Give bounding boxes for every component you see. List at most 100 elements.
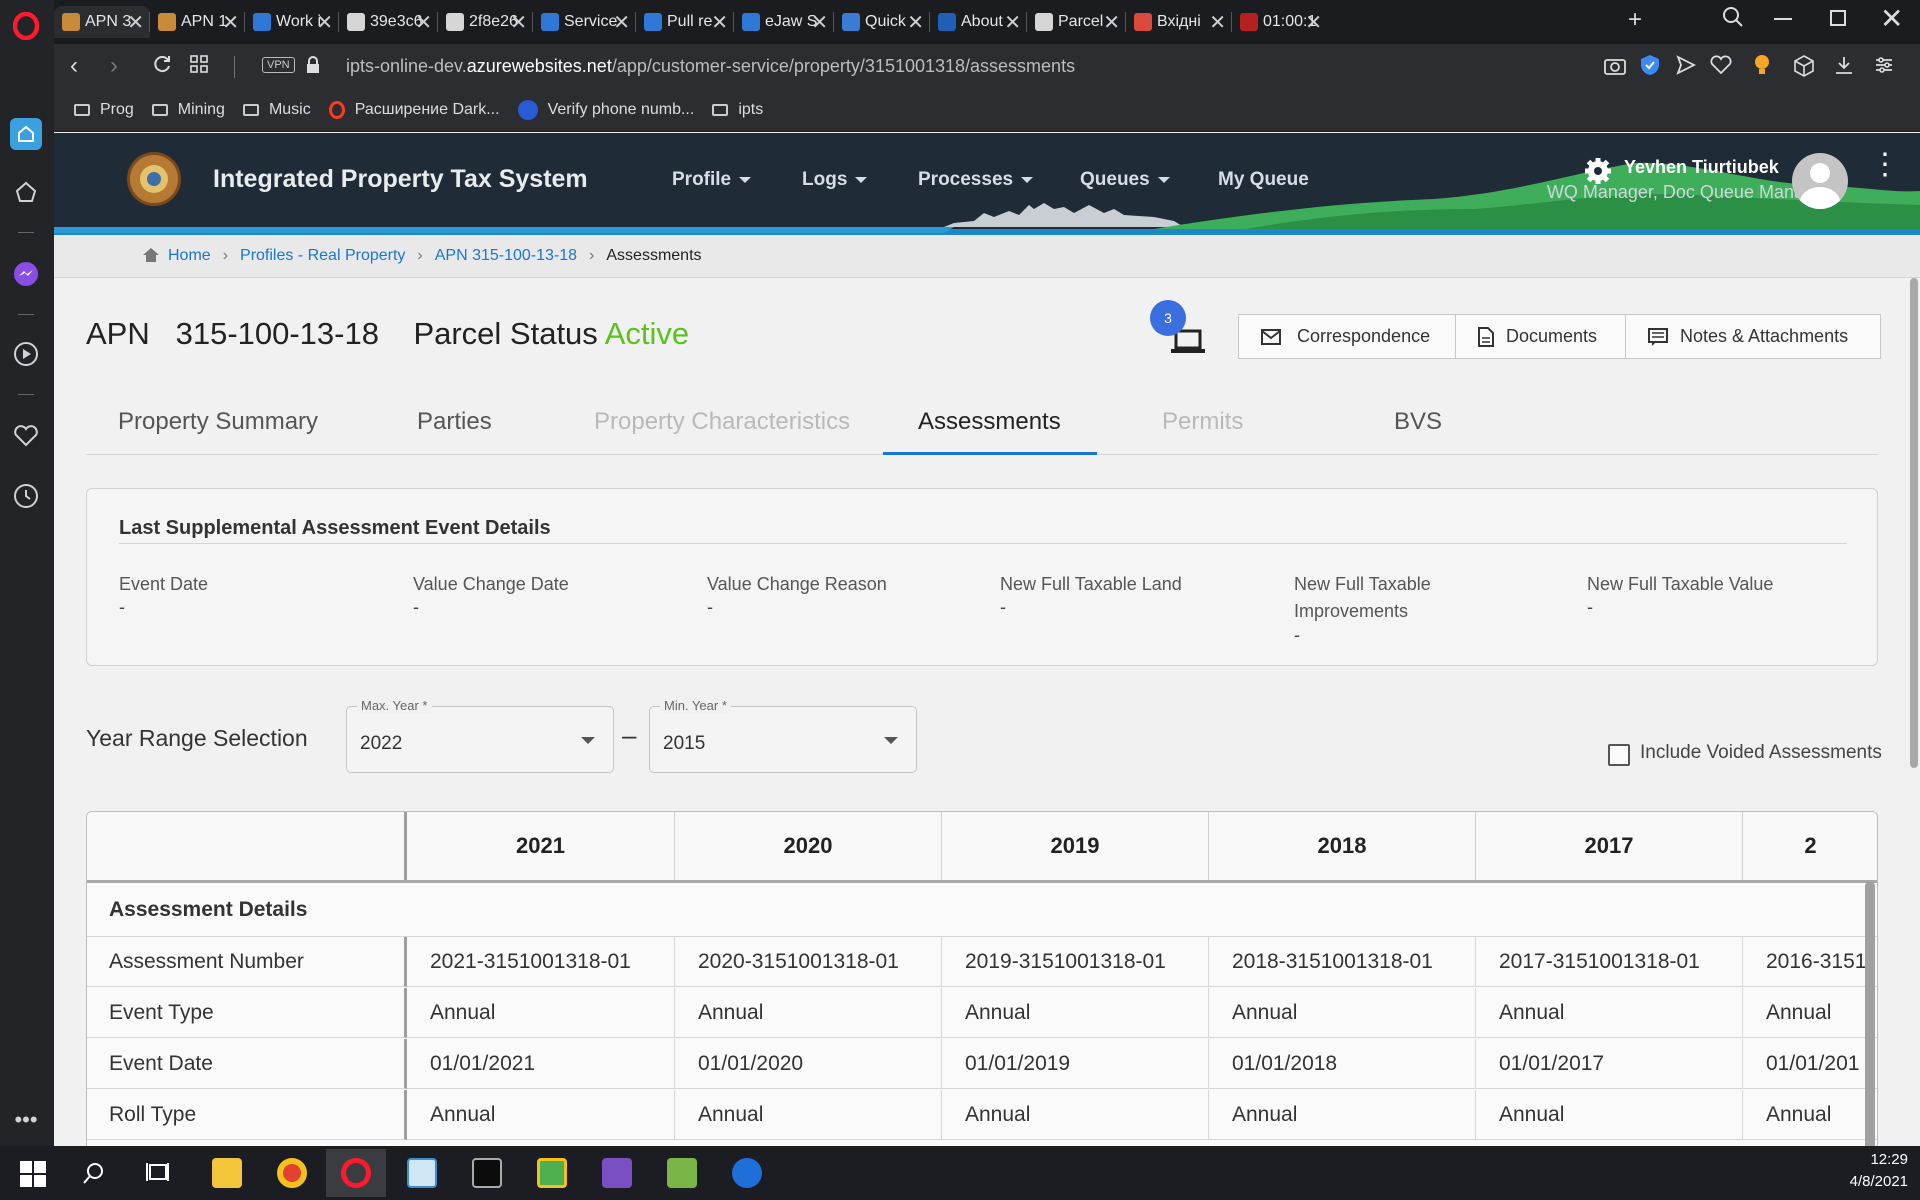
tab-parties[interactable]: Parties bbox=[417, 408, 492, 436]
notes-attachments-button[interactable]: Notes & Attachments bbox=[1625, 314, 1881, 359]
search-tabs-icon[interactable] bbox=[1722, 6, 1744, 33]
taskbar-time[interactable]: 12:29 bbox=[1838, 1151, 1908, 1168]
home-icon[interactable] bbox=[10, 118, 42, 150]
breadcrumb-item[interactable]: Profiles - Real Property bbox=[240, 247, 405, 265]
tab-close-icon[interactable]: ✕ bbox=[415, 10, 432, 35]
bookmark-item[interactable]: Mining bbox=[151, 100, 225, 120]
nav-profile[interactable]: Profile bbox=[672, 169, 752, 191]
file-explorer-app[interactable] bbox=[197, 1149, 257, 1197]
minimize-window-icon[interactable] bbox=[1774, 18, 1792, 20]
bookmark-item[interactable]: Расширение Dark... bbox=[328, 100, 500, 120]
tab-close-icon[interactable]: ✕ bbox=[811, 10, 828, 35]
reload-icon[interactable] bbox=[152, 54, 172, 79]
taskbar-search-icon[interactable] bbox=[82, 1161, 106, 1190]
forward-icon[interactable]: › bbox=[110, 52, 118, 80]
tab-close-icon[interactable]: ✕ bbox=[222, 10, 239, 35]
windows-start-icon[interactable] bbox=[20, 1161, 46, 1192]
bookmark-item[interactable]: Music bbox=[242, 100, 311, 120]
grid-vertical-scrollbar[interactable] bbox=[1865, 882, 1875, 1146]
nav-processes[interactable]: Processes bbox=[918, 169, 1034, 191]
tab-property-summary[interactable]: Property Summary bbox=[118, 408, 318, 436]
favorite-heart-icon[interactable] bbox=[1710, 55, 1732, 80]
bookmarks-icon[interactable] bbox=[10, 176, 42, 208]
opera-logo-icon[interactable] bbox=[10, 10, 42, 42]
browser-tab[interactable]: 01:00:1 ✕ bbox=[1232, 6, 1328, 38]
breadcrumb-item[interactable]: APN 315-100-13-18 bbox=[435, 247, 577, 265]
visual-studio-app[interactable] bbox=[587, 1149, 647, 1197]
history-clock-icon[interactable] bbox=[10, 480, 42, 512]
nav-queues[interactable]: Queues bbox=[1080, 169, 1170, 191]
url-text[interactable]: ipts-online-dev.azurewebsites.net/app/cu… bbox=[346, 56, 1075, 77]
camera-icon[interactable] bbox=[1604, 55, 1626, 80]
browser-tab[interactable]: 2f8e26 ✕ bbox=[438, 6, 533, 38]
bookmark-item[interactable]: ipts bbox=[712, 100, 763, 120]
tab-close-icon[interactable]: ✕ bbox=[127, 10, 144, 35]
tab-separator bbox=[1125, 12, 1126, 32]
back-icon[interactable]: ‹ bbox=[70, 52, 78, 80]
tab-favicon-icon bbox=[842, 13, 860, 31]
browser-tab[interactable]: Service ✕ bbox=[533, 6, 636, 38]
browser-tab[interactable]: APN 1 ✕ bbox=[150, 6, 245, 38]
browser-tab[interactable]: Quick ✕ bbox=[834, 6, 930, 38]
bookmark-item[interactable]: Prog bbox=[74, 100, 134, 120]
cube-icon[interactable] bbox=[1794, 55, 1814, 82]
chrome-app[interactable] bbox=[262, 1149, 322, 1197]
tab-close-icon[interactable]: ✕ bbox=[1103, 10, 1120, 35]
browser-tab[interactable]: Вхідні ✕ bbox=[1126, 6, 1232, 38]
browser-tab[interactable]: Pull re ✕ bbox=[636, 6, 734, 38]
min-year-select[interactable]: Min. Year * 2015 bbox=[649, 698, 917, 773]
terminal-app[interactable] bbox=[457, 1149, 517, 1197]
tab-bvs[interactable]: BVS bbox=[1394, 408, 1442, 436]
send-icon[interactable] bbox=[1676, 55, 1697, 80]
lock-icon[interactable] bbox=[306, 56, 320, 79]
notification-badge[interactable]: 3 bbox=[1150, 300, 1186, 336]
task-view-icon[interactable] bbox=[146, 1161, 172, 1190]
browser-tab[interactable]: Parcel ✕ bbox=[1027, 6, 1126, 38]
bookmark-item[interactable]: Verify phone numb... bbox=[517, 100, 694, 120]
heart-icon[interactable] bbox=[10, 420, 42, 452]
home-breadcrumb-icon[interactable] bbox=[142, 247, 160, 268]
tab-close-icon[interactable]: ✕ bbox=[1004, 10, 1021, 35]
more-vert-icon[interactable]: ⋮ bbox=[1870, 150, 1900, 180]
messenger-icon[interactable] bbox=[10, 258, 42, 290]
app-tasks[interactable] bbox=[392, 1149, 452, 1197]
opera-app[interactable] bbox=[326, 1149, 386, 1197]
lightbulb-icon[interactable] bbox=[1754, 54, 1770, 83]
page-scrollbar[interactable] bbox=[1910, 278, 1918, 768]
close-window-icon[interactable]: ✕ bbox=[1880, 2, 1903, 35]
include-voided-checkbox[interactable] bbox=[1608, 744, 1630, 766]
avatar[interactable] bbox=[1792, 153, 1848, 209]
browser-tab[interactable]: 39e3c6 ✕ bbox=[339, 6, 438, 38]
app-kanban[interactable] bbox=[522, 1149, 582, 1197]
download-icon[interactable] bbox=[1834, 55, 1854, 80]
breadcrumb-item[interactable]: Home bbox=[168, 247, 211, 265]
maps-app[interactable] bbox=[717, 1149, 777, 1197]
tab-close-icon[interactable]: ✕ bbox=[316, 10, 333, 35]
player-icon[interactable] bbox=[10, 338, 42, 370]
browser-tab[interactable]: eJaw S ✕ bbox=[734, 6, 834, 38]
app-editor[interactable] bbox=[652, 1149, 712, 1197]
max-year-select[interactable]: Max. Year * 2022 bbox=[346, 698, 614, 773]
tab-close-icon[interactable]: ✕ bbox=[613, 10, 630, 35]
taskbar-date[interactable]: 4/8/2021 bbox=[1808, 1173, 1908, 1190]
documents-button[interactable]: Documents bbox=[1455, 314, 1626, 359]
tab-close-icon[interactable]: ✕ bbox=[1209, 10, 1226, 35]
correspondence-button[interactable]: Correspondence bbox=[1238, 314, 1456, 359]
tab-close-icon[interactable]: ✕ bbox=[1305, 10, 1322, 35]
new-tab-button[interactable]: + bbox=[1628, 6, 1642, 34]
nav-my-queue[interactable]: My Queue bbox=[1218, 169, 1309, 191]
easy-setup-icon[interactable] bbox=[1874, 55, 1894, 80]
shield-icon[interactable] bbox=[1640, 54, 1660, 81]
browser-tab[interactable]: APN 3 ✕ bbox=[54, 6, 150, 38]
tab-assessments[interactable]: Assessments bbox=[918, 408, 1061, 436]
tab-close-icon[interactable]: ✕ bbox=[510, 10, 527, 35]
vpn-badge[interactable]: VPN bbox=[262, 57, 295, 73]
restore-window-icon[interactable] bbox=[1830, 10, 1846, 26]
tab-close-icon[interactable]: ✕ bbox=[907, 10, 924, 35]
browser-tab[interactable]: Work i ✕ bbox=[245, 6, 339, 38]
speed-dial-grid-icon[interactable] bbox=[190, 55, 208, 78]
more-dots-icon[interactable]: ••• bbox=[10, 1104, 42, 1136]
tab-close-icon[interactable]: ✕ bbox=[711, 10, 728, 35]
browser-tab[interactable]: About ✕ bbox=[930, 6, 1027, 38]
nav-logs[interactable]: Logs bbox=[802, 169, 868, 191]
